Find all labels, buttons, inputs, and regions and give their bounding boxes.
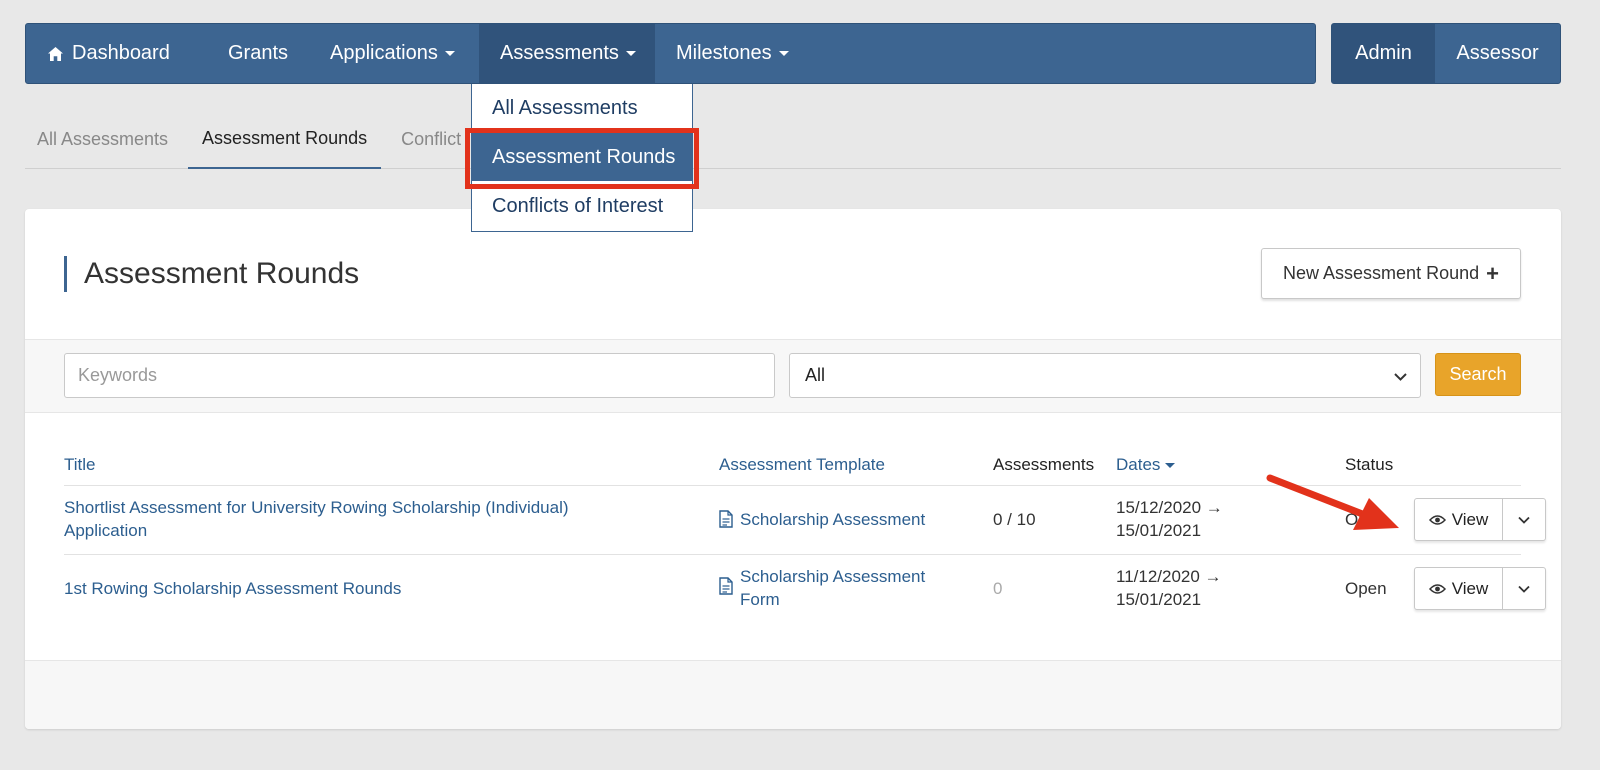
main-navbar: Dashboard Grants Applications Assessment… (25, 23, 1316, 84)
column-header-dates-label: Dates (1116, 455, 1161, 474)
menu-item-label: Assessment Rounds (492, 145, 676, 168)
tab-all-assessments[interactable]: All Assessments (25, 110, 180, 169)
view-button[interactable]: View (1415, 568, 1503, 609)
round-dates: 15/12/2020 → 15/01/2021 (1116, 496, 1223, 542)
card-header: Assessment Rounds New Assessment Round + (25, 209, 1561, 339)
document-icon (719, 577, 733, 601)
role-assessor-label: Assessor (1456, 42, 1539, 64)
nav-milestones-label: Milestones (676, 42, 772, 64)
new-assessment-round-button[interactable]: New Assessment Round + (1261, 248, 1521, 299)
nav-milestones[interactable]: Milestones (655, 24, 811, 83)
nav-applications-label: Applications (330, 42, 438, 64)
template-link[interactable]: Scholarship Assessment Form (719, 565, 959, 611)
column-header-template[interactable]: Assessment Template (719, 455, 885, 475)
column-header-assessments: Assessments (993, 455, 1095, 474)
eye-icon (1428, 514, 1446, 526)
view-button-label: View (1451, 509, 1489, 529)
round-title-line: Application (64, 521, 148, 540)
row-actions: View (1414, 498, 1546, 541)
tab-conflicts[interactable]: Conflict (389, 110, 473, 169)
nav-assessments-label: Assessments (500, 42, 619, 64)
date-start: 11/12/2020 → (1116, 567, 1222, 586)
sub-tabs: All Assessments Assessment Rounds Confli… (25, 110, 1561, 169)
chevron-down-icon (1517, 513, 1531, 527)
nav-grants-label: Grants (228, 42, 289, 64)
document-icon (719, 510, 733, 534)
status-text: Open (1345, 510, 1387, 529)
new-assessment-round-label: New Assessment Round (1283, 263, 1480, 283)
template-name: Scholarship Assessment (740, 510, 926, 529)
menu-item-assessment-rounds[interactable]: Assessment Rounds (472, 133, 692, 181)
keywords-input[interactable] (64, 353, 775, 398)
column-header-status: Status (1345, 455, 1394, 474)
caret-down-icon (625, 51, 636, 56)
assessments-dropdown-menu: All Assessments Assessment Rounds Confli… (471, 84, 693, 232)
caret-down-icon (778, 51, 789, 56)
tab-assessment-rounds[interactable]: Assessment Rounds (188, 110, 382, 169)
assessment-rounds-card: Assessment Rounds New Assessment Round +… (25, 209, 1561, 729)
chevron-down-icon (1393, 368, 1408, 389)
template-link[interactable]: Scholarship Assessment (719, 508, 959, 531)
sort-caret-icon (1165, 463, 1176, 469)
round-title-line: 1st Rowing Scholarship Assessment Rounds (64, 579, 402, 598)
table-row: 1st Rowing Scholarship Assessment Rounds… (64, 554, 1546, 623)
column-header-dates[interactable]: Dates (1116, 455, 1176, 475)
round-dates: 11/12/2020 → 15/01/2021 (1116, 565, 1222, 611)
role-switcher: Admin Assessor (1331, 23, 1561, 84)
status-select[interactable]: All (789, 353, 1421, 398)
date-start: 15/12/2020 → (1116, 498, 1223, 517)
view-button-label: View (1451, 578, 1489, 598)
nav-applications[interactable]: Applications (309, 24, 479, 83)
round-title-line: Shortlist Assessment for University Rowi… (64, 498, 569, 517)
template-name: Scholarship Assessment (740, 567, 926, 586)
page-title: Assessment Rounds (64, 256, 359, 292)
menu-item-label: Conflicts of Interest (492, 194, 664, 217)
role-admin[interactable]: Admin (1332, 24, 1435, 83)
row-actions: View (1414, 567, 1546, 610)
menu-item-label: All Assessments (492, 96, 638, 119)
actions-dropdown-toggle[interactable] (1503, 499, 1545, 540)
caret-down-icon (444, 51, 455, 56)
status-select-value: All (805, 365, 826, 385)
tab-conflicts-label: Conflict (401, 129, 462, 149)
search-button[interactable]: Search (1435, 353, 1521, 396)
view-button[interactable]: View (1415, 499, 1503, 540)
menu-item-conflicts-of-interest[interactable]: Conflicts of Interest (472, 182, 692, 230)
template-name: Form (740, 590, 780, 609)
eye-icon (1428, 583, 1446, 595)
tab-assessment-rounds-label: Assessment Rounds (202, 128, 368, 148)
round-title-link[interactable]: 1st Rowing Scholarship Assessment Rounds (64, 577, 624, 600)
table-row: Shortlist Assessment for University Rowi… (64, 485, 1546, 554)
nav-dashboard[interactable]: Dashboard (26, 24, 207, 83)
home-icon (47, 46, 64, 62)
filter-bar: All Search (25, 339, 1561, 413)
chevron-down-icon (1517, 582, 1531, 596)
plus-icon: + (1486, 260, 1499, 286)
role-assessor[interactable]: Assessor (1435, 24, 1560, 83)
nav-grants[interactable]: Grants (207, 24, 309, 83)
nav-assessments[interactable]: Assessments (479, 24, 655, 83)
column-header-title[interactable]: Title (64, 455, 96, 475)
actions-dropdown-toggle[interactable] (1503, 568, 1545, 609)
tab-all-assessments-label: All Assessments (37, 129, 169, 149)
role-admin-label: Admin (1355, 42, 1412, 64)
status-text: Open (1345, 579, 1387, 598)
date-end: 15/01/2021 (1116, 590, 1202, 609)
nav-dashboard-label: Dashboard (72, 42, 170, 64)
assessments-count: 0 / 10 (993, 510, 1036, 529)
date-end: 15/01/2021 (1116, 521, 1202, 540)
assessments-count: 0 (993, 579, 1003, 598)
round-title-link[interactable]: Shortlist Assessment for University Rowi… (64, 496, 624, 542)
card-footer (25, 660, 1561, 729)
menu-item-all-assessments[interactable]: All Assessments (472, 84, 692, 132)
